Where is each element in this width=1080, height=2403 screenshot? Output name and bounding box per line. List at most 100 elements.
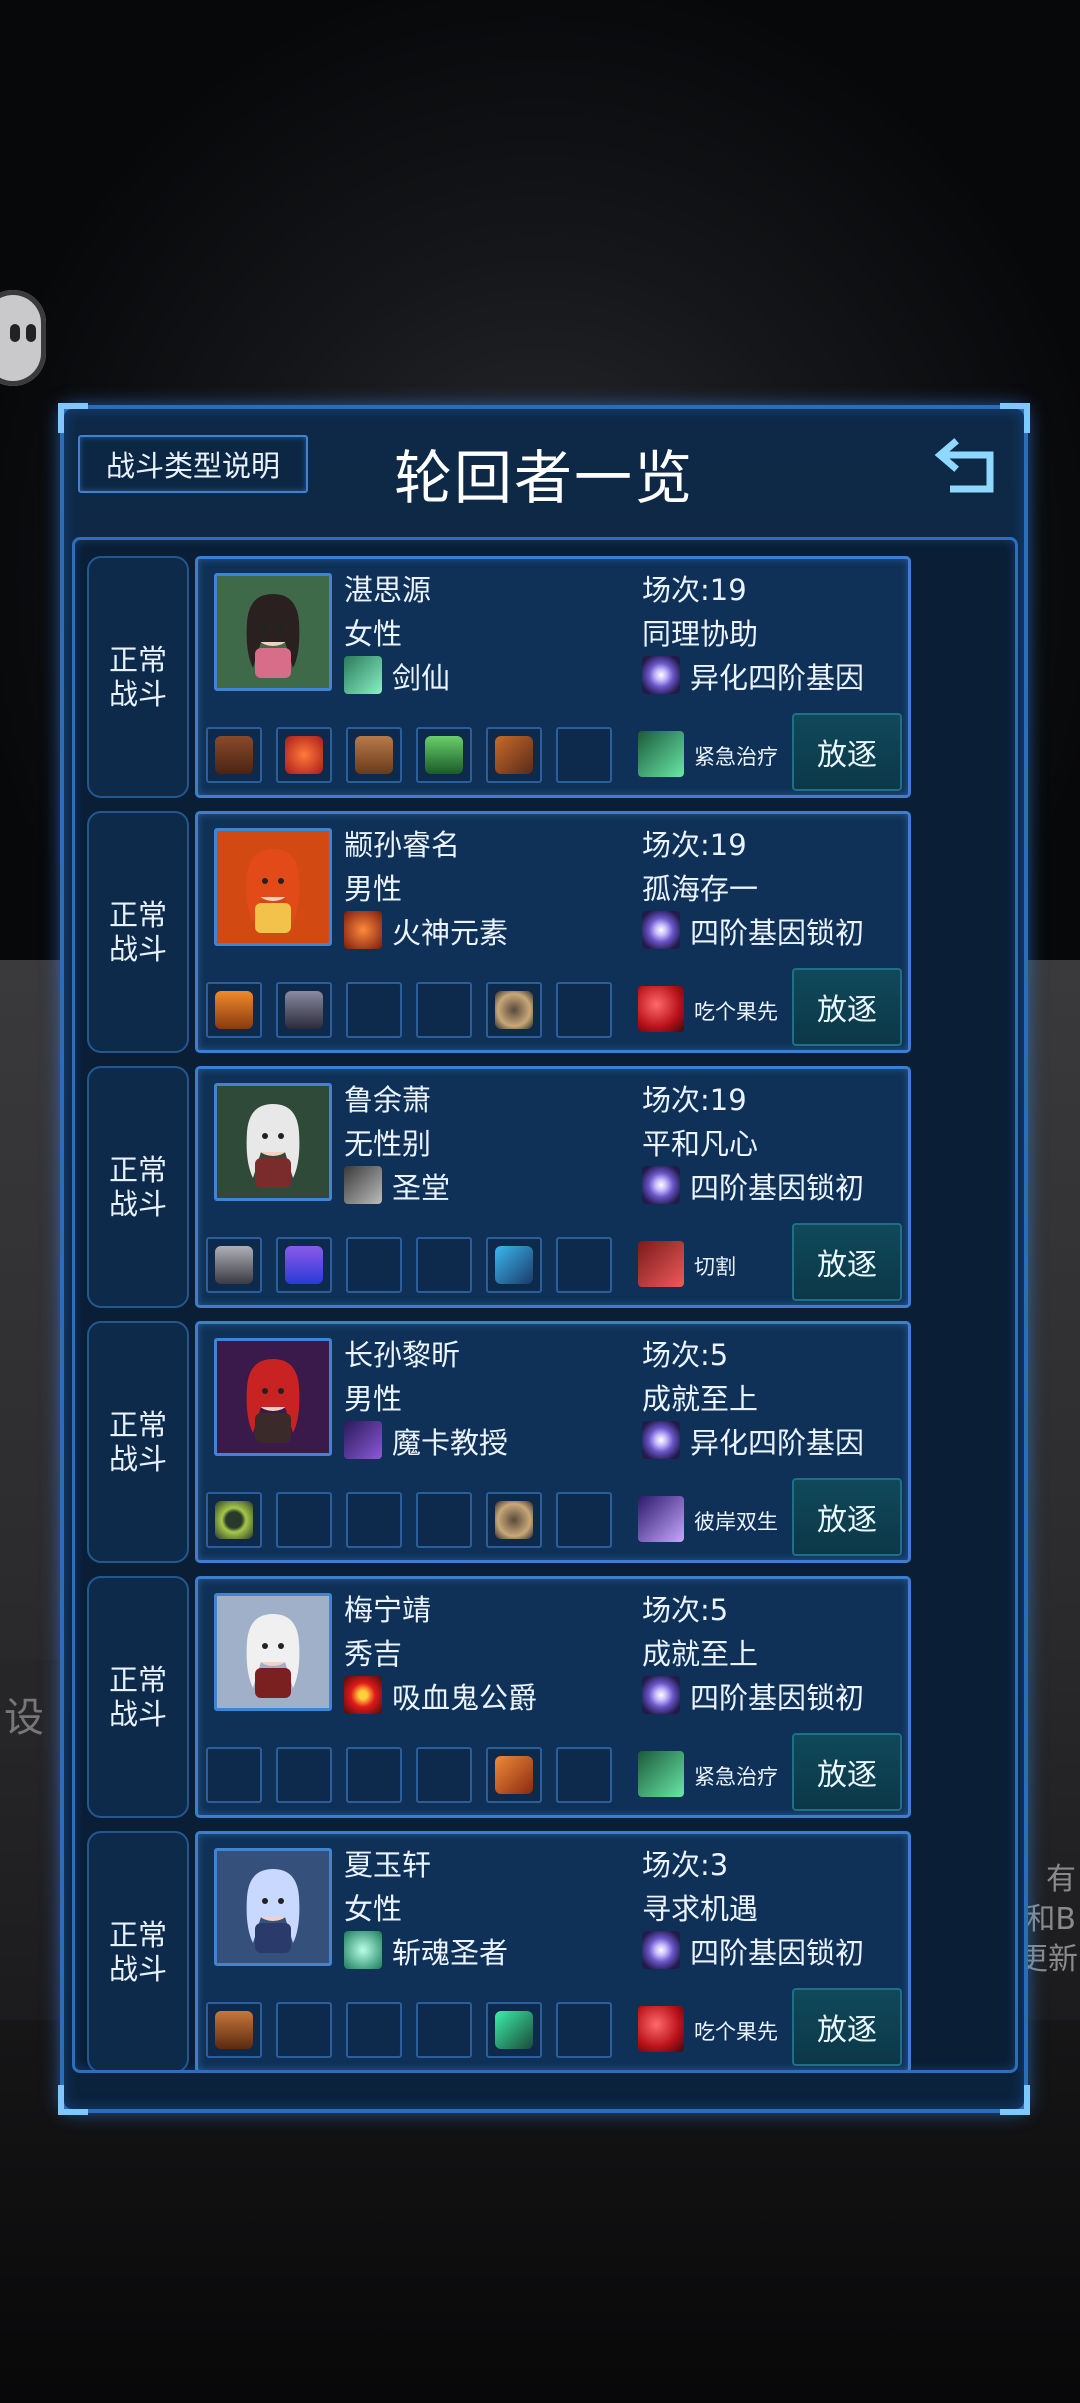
empty-equipment-slot[interactable] xyxy=(416,2002,472,2058)
equipment-slot[interactable] xyxy=(346,727,402,783)
reincarnator-card[interactable]: 夏玉轩 女性 场次:3 寻求机遇 斩魂圣者 四阶基因锁初 吃个果先 放逐 xyxy=(195,1831,911,2070)
empty-equipment-slot[interactable] xyxy=(346,1747,402,1803)
equipment-slot[interactable] xyxy=(486,2002,542,2058)
equipment-slot[interactable] xyxy=(486,727,542,783)
battle-type-label[interactable]: 正常 战斗 xyxy=(87,1576,189,1818)
character-trait: 平和凡心 xyxy=(642,1127,759,1161)
skill-name: 紧急治疗 xyxy=(694,745,778,769)
empty-equipment-slot[interactable] xyxy=(276,1747,332,1803)
equipment-slot[interactable] xyxy=(486,1492,542,1548)
battle-type-label[interactable]: 正常 战斗 xyxy=(87,1066,189,1308)
character-portrait[interactable] xyxy=(214,1083,332,1201)
character-name: 梅宁靖 xyxy=(344,1593,432,1627)
empty-equipment-slot[interactable] xyxy=(556,1747,612,1803)
battle-type-label[interactable]: 正常 战斗 xyxy=(87,811,189,1053)
equipment-slot[interactable] xyxy=(276,982,332,1038)
ghost-icon xyxy=(344,1931,382,1969)
equipment-slot[interactable] xyxy=(206,2002,262,2058)
reincarnator-row: 正常 战斗 梅宁靖 秀吉 场次:5 成就至上 吸血鬼公爵 四阶基因锁初 紧急治疗… xyxy=(75,1576,1015,1818)
battle-type-label[interactable]: 正常 战斗 xyxy=(87,556,189,798)
bow-icon xyxy=(495,1501,533,1539)
empty-equipment-slot[interactable] xyxy=(416,1237,472,1293)
reincarnator-row: 正常 战斗 长孙黎昕 男性 场次:5 成就至上 魔卡教授 异化四阶基因 彼岸双生… xyxy=(75,1321,1015,1563)
skill-name: 切割 xyxy=(694,1255,736,1279)
battle-type-label[interactable]: 正常 战斗 xyxy=(87,1831,189,2070)
empty-equipment-slot[interactable] xyxy=(416,982,472,1038)
necklace-icon xyxy=(215,1501,253,1539)
character-gender: 女性 xyxy=(344,1892,403,1926)
empty-equipment-slot[interactable] xyxy=(206,1747,262,1803)
character-class: 吸血鬼公爵 xyxy=(392,1681,538,1715)
character-gender: 秀吉 xyxy=(344,1637,403,1671)
equipment-slot[interactable] xyxy=(206,982,262,1038)
reincarnator-card[interactable]: 梅宁靖 秀吉 场次:5 成就至上 吸血鬼公爵 四阶基因锁初 紧急治疗 放逐 xyxy=(195,1576,911,1818)
brown-glove-icon xyxy=(215,2011,253,2049)
reincarnator-card[interactable]: 鲁余萧 无性别 场次:19 平和凡心 圣堂 四阶基因锁初 切割 放逐 xyxy=(195,1066,911,1308)
corner-decoration xyxy=(1000,403,1030,433)
gene-icon xyxy=(642,1931,680,1969)
empty-equipment-slot[interactable] xyxy=(416,1747,472,1803)
back-button[interactable] xyxy=(932,429,1002,499)
equipment-slot[interactable] xyxy=(206,1237,262,1293)
empty-equipment-slot[interactable] xyxy=(346,1492,402,1548)
boots-icon xyxy=(215,736,253,774)
character-portrait[interactable] xyxy=(214,1593,332,1711)
gene-icon xyxy=(642,1166,680,1204)
character-name: 颛孙睿名 xyxy=(344,828,461,862)
reincarnator-row: 正常 战斗 鲁余萧 无性别 场次:19 平和凡心 圣堂 四阶基因锁初 切割 放逐 xyxy=(75,1066,1015,1308)
character-portrait[interactable] xyxy=(214,573,332,691)
empty-equipment-slot[interactable] xyxy=(556,1237,612,1293)
empty-equipment-slot[interactable] xyxy=(276,1492,332,1548)
empty-equipment-slot[interactable] xyxy=(346,982,402,1038)
reincarnator-card[interactable]: 湛思源 女性 场次:19 同理协助 剑仙 异化四阶基因 紧急治疗 放逐 xyxy=(195,556,911,798)
empty-equipment-slot[interactable] xyxy=(346,2002,402,2058)
character-sprite-icon xyxy=(217,576,329,688)
dark-armor-icon xyxy=(285,991,323,1029)
character-portrait[interactable] xyxy=(214,1338,332,1456)
equipment-slot[interactable] xyxy=(276,1237,332,1293)
axe-icon xyxy=(495,736,533,774)
equipment-slot[interactable] xyxy=(206,1492,262,1548)
skill-name: 吃个果先 xyxy=(694,1000,778,1024)
character-portrait[interactable] xyxy=(214,1848,332,1966)
empty-equipment-slot[interactable] xyxy=(276,2002,332,2058)
character-trait: 孤海存一 xyxy=(642,872,759,906)
exile-button[interactable]: 放逐 xyxy=(792,1988,902,2066)
twin-spirit-icon xyxy=(638,1496,684,1542)
side-menu-handle[interactable] xyxy=(0,290,46,386)
character-gender: 男性 xyxy=(344,1382,403,1416)
exile-button[interactable]: 放逐 xyxy=(792,1223,902,1301)
empty-equipment-slot[interactable] xyxy=(556,982,612,1038)
skill-name: 吃个果先 xyxy=(694,2020,778,2044)
battle-type-label[interactable]: 正常 战斗 xyxy=(87,1321,189,1563)
equipment-slot[interactable] xyxy=(416,727,472,783)
red-fruit-icon xyxy=(638,2006,684,2052)
exile-button[interactable]: 放逐 xyxy=(792,968,902,1046)
reincarnator-card[interactable]: 长孙黎昕 男性 场次:5 成就至上 魔卡教授 异化四阶基因 彼岸双生 放逐 xyxy=(195,1321,911,1563)
panel-title: 轮回者一览 xyxy=(393,444,694,512)
exile-button[interactable]: 放逐 xyxy=(792,1733,902,1811)
gene-icon xyxy=(642,1421,680,1459)
equipment-slot[interactable] xyxy=(486,1237,542,1293)
equipment-slot[interactable] xyxy=(486,1747,542,1803)
corner-decoration xyxy=(58,403,88,433)
character-gender: 男性 xyxy=(344,872,403,906)
gene-level: 四阶基因锁初 xyxy=(690,1681,865,1715)
equipment-slot[interactable] xyxy=(276,727,332,783)
empty-equipment-slot[interactable] xyxy=(346,1237,402,1293)
corner-decoration xyxy=(1000,2085,1030,2115)
empty-equipment-slot[interactable] xyxy=(556,727,612,783)
empty-equipment-slot[interactable] xyxy=(556,1492,612,1548)
empty-equipment-slot[interactable] xyxy=(416,1492,472,1548)
character-portrait[interactable] xyxy=(214,828,332,946)
reincarnator-card[interactable]: 颛孙睿名 男性 场次:19 孤海存一 火神元素 四阶基因锁初 吃个果先 放逐 xyxy=(195,811,911,1053)
purple-potion-icon xyxy=(285,1246,323,1284)
handle-dot-icon xyxy=(26,324,36,342)
empty-equipment-slot[interactable] xyxy=(556,2002,612,2058)
exile-button[interactable]: 放逐 xyxy=(792,713,902,791)
exile-button[interactable]: 放逐 xyxy=(792,1478,902,1556)
equipment-slot[interactable] xyxy=(206,727,262,783)
reincarnator-list[interactable]: 正常 战斗 湛思源 女性 场次:19 同理协助 剑仙 异化四阶基因 紧急治疗 放… xyxy=(72,537,1018,2073)
character-trait: 成就至上 xyxy=(642,1382,759,1416)
equipment-slot[interactable] xyxy=(486,982,542,1038)
